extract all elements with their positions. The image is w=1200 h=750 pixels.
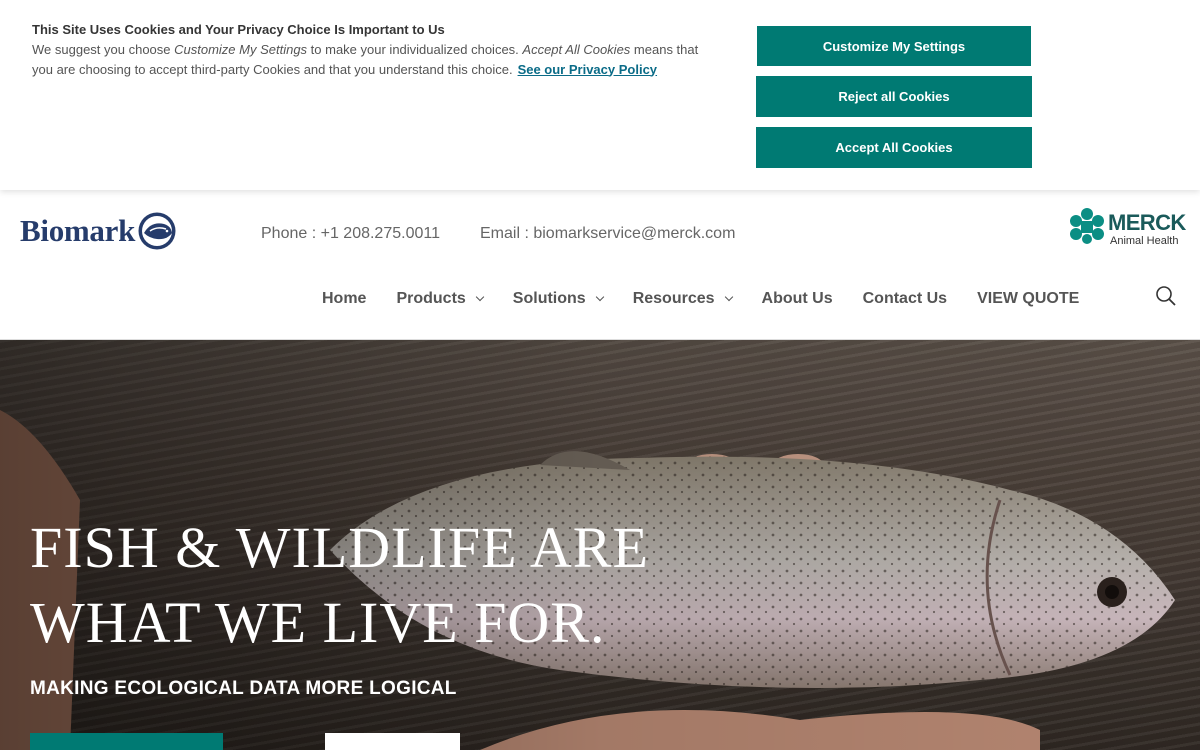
- nav-item-label: Products: [396, 290, 466, 307]
- hero-subtitle: MAKING ECOLOGICAL DATA MORE LOGICAL: [30, 678, 457, 699]
- hero-title-line2: WHAT WE LIVE FOR.: [30, 590, 606, 655]
- cookie-text: This Site Uses Cookies and Your Privacy …: [32, 20, 722, 79]
- hero-title-line1: FISH & WILDLIFE ARE: [30, 515, 649, 580]
- nav-item-label: About Us: [761, 290, 833, 307]
- merck-subtitle: Animal Health: [1110, 235, 1179, 247]
- hero-section: FISH & WILDLIFE ARE WHAT WE LIVE FOR. MA…: [0, 340, 1200, 750]
- nav-item-home[interactable]: Home: [322, 290, 366, 308]
- phone-number[interactable]: Phone : +1 208.275.0011: [261, 225, 440, 243]
- cookie-banner: This Site Uses Cookies and Your Privacy …: [0, 0, 1200, 190]
- nav-item-label: Contact Us: [862, 290, 948, 307]
- cookie-buttons: Customize My Settings Reject all Cookies…: [756, 26, 1032, 178]
- fish-logo-icon: [138, 212, 176, 250]
- nav-item-solutions[interactable]: Solutions: [512, 290, 604, 308]
- merck-mark-icon: [1070, 208, 1104, 244]
- chevron-down-icon: [724, 292, 733, 302]
- nav-item-label: Solutions: [512, 290, 586, 307]
- accept-cookies-button[interactable]: Accept All Cookies: [756, 127, 1032, 168]
- search-icon[interactable]: [1155, 285, 1177, 307]
- merck-name: MERCK: [1108, 210, 1186, 235]
- hero-primary-button[interactable]: [30, 733, 223, 750]
- customize-settings-button[interactable]: Customize My Settings: [757, 26, 1031, 66]
- nav-item-view-quote[interactable]: VIEW QUOTE: [977, 290, 1079, 308]
- biomark-logo[interactable]: Biomark: [20, 210, 225, 252]
- hero-secondary-button[interactable]: [325, 733, 460, 750]
- reject-cookies-button[interactable]: Reject all Cookies: [756, 76, 1032, 117]
- cookie-body-em1: Customize My Settings: [174, 42, 308, 57]
- nav-item-label: VIEW QUOTE: [977, 290, 1080, 307]
- cookie-body-part2: to make your individualized choices.: [307, 42, 523, 57]
- cookie-body-em2: Accept All Cookies: [522, 42, 631, 57]
- hero-title: FISH & WILDLIFE ARE WHAT WE LIVE FOR.: [30, 510, 649, 660]
- nav-item-label: Home: [322, 290, 367, 307]
- nav-item-resources[interactable]: Resources: [632, 290, 733, 308]
- site-header: Biomark Phone : +1 208.275.0011 Email : …: [0, 190, 1200, 340]
- nav-item-label: Resources: [632, 290, 715, 307]
- nav-item-about-us[interactable]: About Us: [762, 290, 833, 308]
- merck-logo[interactable]: MERCK Animal Health: [1070, 208, 1186, 250]
- cookie-body: We suggest you choose Customize My Setti…: [32, 40, 722, 79]
- privacy-policy-link[interactable]: See our Privacy Policy: [518, 62, 657, 77]
- chevron-down-icon: [475, 292, 485, 302]
- logo-text: Biomark: [20, 213, 136, 248]
- chevron-down-icon: [595, 292, 604, 302]
- cookie-body-part1: We suggest you choose: [32, 42, 175, 57]
- nav-item-contact-us[interactable]: Contact Us: [863, 290, 947, 308]
- email-address[interactable]: Email : biomarkservice@merck.com: [480, 225, 735, 243]
- cookie-title: This Site Uses Cookies and Your Privacy …: [32, 22, 445, 37]
- main-nav: Home Products Solutions Resources About …: [322, 290, 1109, 308]
- nav-item-products[interactable]: Products: [396, 290, 485, 308]
